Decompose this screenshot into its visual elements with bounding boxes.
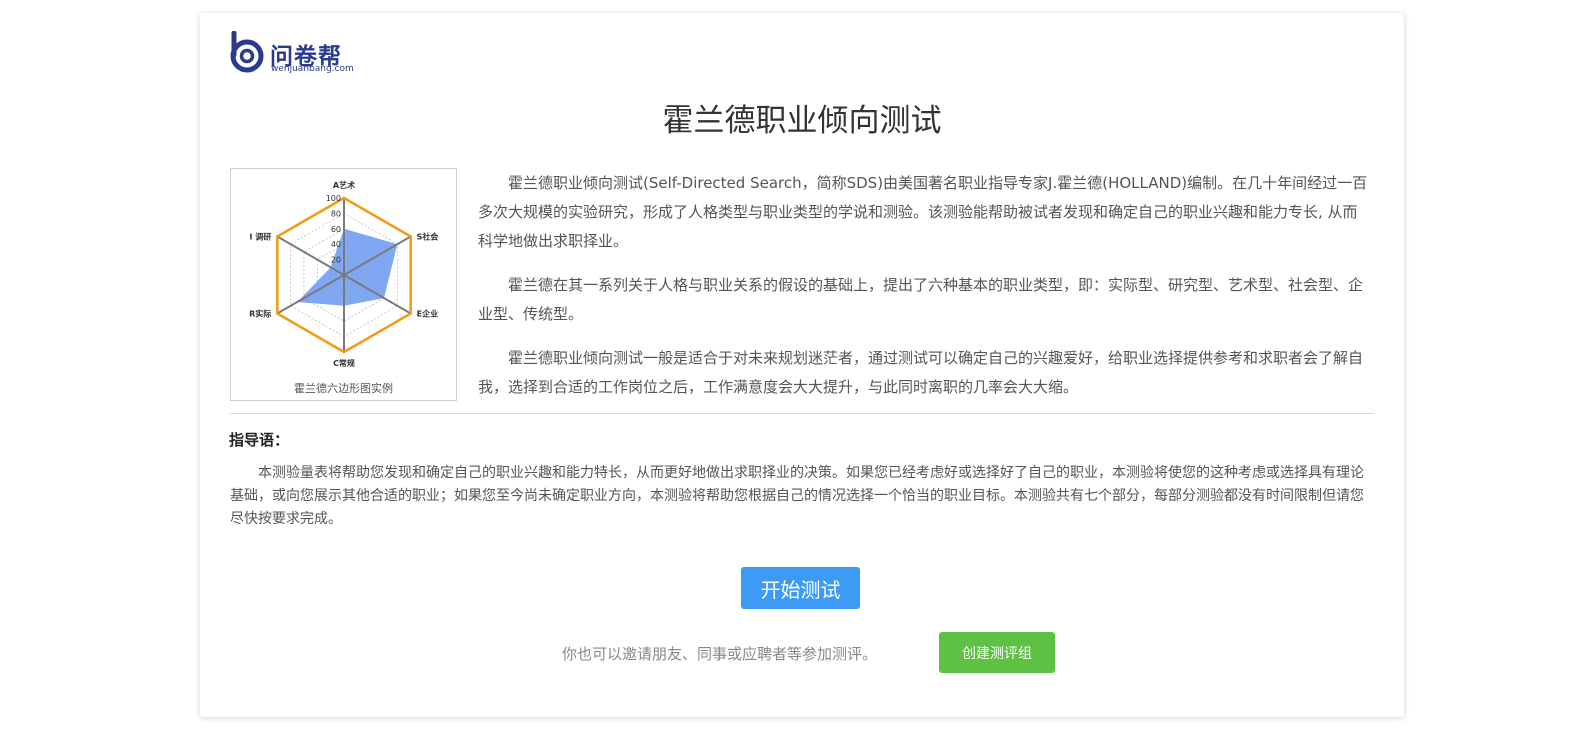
axis-label: I 调研 [250, 232, 272, 242]
holland-hexagon-chart: 100 80 60 40 20 A艺术 S社会 E企业 C常规 R实际 I 调研 [249, 180, 439, 368]
site-logo[interactable]: 问卷帮 wenjuanbang.com [228, 31, 358, 77]
axis-label: A艺术 [333, 180, 355, 190]
invite-text: 你也可以邀请朋友、同事或应聘者等参加测评。 [562, 645, 878, 663]
intro-paragraph: 霍兰德在其一系列关于人格与职业关系的假设的基础上，提出了六种基本的职业类型，即：… [478, 276, 1364, 323]
intro-section: 霍兰德职业倾向测试(Self-Directed Search，简称SDS)由美国… [478, 169, 1368, 417]
figure-caption: 霍兰德六边形图实例 [294, 382, 393, 395]
test-intro-card: 问卷帮 wenjuanbang.com 霍兰德职业倾向测试 100 80 60 40 2… [200, 13, 1404, 717]
section-divider [230, 413, 1374, 414]
logo-domain: wenjuanbang.com [271, 64, 354, 74]
intro-paragraph: 霍兰德职业倾向测试(Self-Directed Search，简称SDS)由美国… [478, 174, 1368, 250]
axis-label: S社会 [417, 232, 439, 242]
axis-label: C常规 [333, 358, 355, 368]
create-group-button[interactable]: 创建测评组 [939, 632, 1055, 673]
scale-label: 40 [331, 240, 341, 249]
axis-label: E企业 [417, 309, 438, 319]
start-test-button[interactable]: 开始测试 [741, 567, 860, 609]
wenjuanbang-logo-icon [230, 31, 264, 73]
guide-text: 本测验量表将帮助您发现和确定自己的职业兴趣和能力特长，从而更好地做出求职择业的决… [230, 465, 1364, 527]
page-title: 霍兰德职业倾向测试 [662, 103, 942, 139]
axis-label: R实际 [249, 309, 271, 319]
scale-label: 20 [331, 256, 341, 265]
scale-label: 100 [326, 194, 341, 203]
intro-paragraph: 霍兰德职业倾向测试一般是适合于对未来规划迷茫者，通过测试可以确定自己的兴趣爱好，… [478, 349, 1364, 396]
hexagon-figure: 100 80 60 40 20 A艺术 S社会 E企业 C常规 R实际 I 调研 霍兰德六边形图实例 [230, 168, 457, 401]
scale-label: 60 [331, 225, 341, 234]
scale-label: 80 [331, 209, 341, 218]
guide-label: 指导语： [229, 431, 290, 449]
